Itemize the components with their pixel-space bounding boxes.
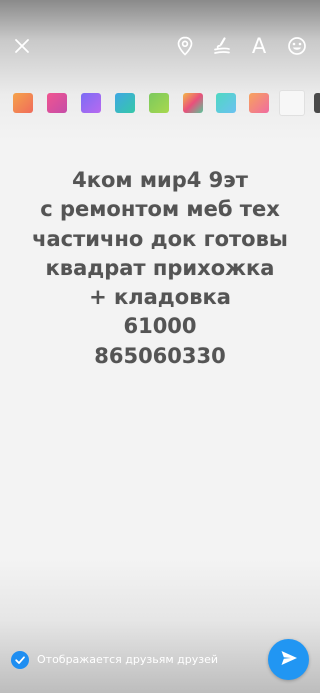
color-swatch-white[interactable] [279,90,305,116]
story-text-line: 61000 [123,314,197,339]
brush-icon [212,36,232,56]
story-text-line: + кладовка [89,285,231,310]
story-text-line: с ремонтом меб тех [40,197,280,222]
color-swatch-peach[interactable] [249,93,269,113]
color-swatch-rainbow[interactable] [183,93,203,113]
story-text-line: 865060330 [94,343,226,368]
send-arrow-icon [279,648,299,672]
story-text-line: частично док готовы [32,226,288,251]
close-icon [14,38,30,54]
text-tool-icon: A [251,33,267,58]
editor-toolbar: A [0,30,320,62]
color-swatch-teal[interactable] [115,93,135,113]
color-swatch-green[interactable] [149,93,169,113]
visibility-label[interactable]: Отображается друзьям друзей [37,652,218,668]
color-swatch-orange[interactable] [13,93,33,113]
story-editor-screen: A 4ком мир4 9эт с ремонтом меб тех части… [0,0,320,693]
color-swatch-pink[interactable] [47,93,67,113]
story-text-block[interactable]: 4ком мир4 9эт с ремонтом меб тех частичн… [0,166,320,371]
sticker-button[interactable] [283,30,311,62]
color-palette [13,90,320,116]
color-swatch-dark[interactable] [314,93,320,113]
story-text-line: квадрат прихожка [45,255,275,280]
color-swatch-purple[interactable] [81,93,101,113]
color-swatch-aqua[interactable] [216,93,236,113]
close-button[interactable] [8,30,36,62]
location-button[interactable] [171,30,199,62]
publish-bar: Отображается друзьям друзей [0,638,320,682]
smiley-icon [287,36,307,56]
text-tool-button[interactable]: A [245,30,273,62]
send-button[interactable] [268,639,309,680]
story-text-line: 4ком мир4 9эт [72,168,248,192]
checkmark-icon[interactable] [11,651,29,669]
draw-button[interactable] [208,30,236,62]
location-pin-icon [176,36,194,56]
